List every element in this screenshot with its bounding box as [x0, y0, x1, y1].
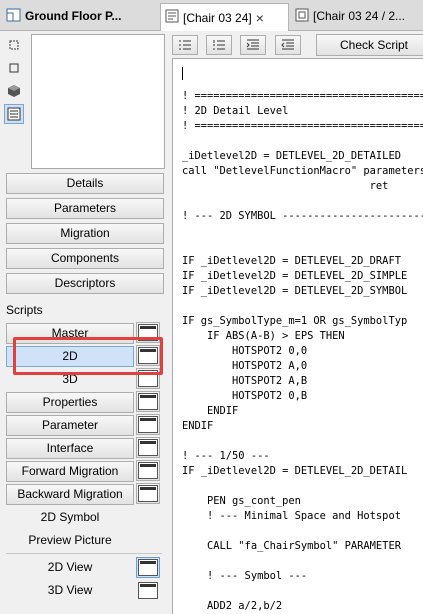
editor-toolbar: Check Script: [170, 31, 423, 59]
tab-label: Ground Floor P...: [25, 9, 122, 23]
script-properties-button[interactable]: Properties: [6, 392, 134, 413]
floorplan-icon: [6, 8, 21, 25]
parameters-button[interactable]: Parameters: [6, 198, 164, 219]
tab-label: [Chair 03 24 / 2...: [313, 9, 406, 23]
selection-highlight: [13, 337, 163, 375]
window-icon: [138, 582, 158, 599]
3d-view-icon[interactable]: [4, 81, 24, 101]
tab-chair-view[interactable]: [Chair 03 24 / 2...: [291, 3, 423, 29]
preview-canvas: [31, 34, 165, 169]
left-panel: Details Parameters Migration Components …: [0, 31, 170, 613]
section-view-icon[interactable]: [4, 58, 24, 78]
tab-label: [Chair 03 24]: [183, 10, 252, 25]
divider: [6, 553, 162, 554]
preview-picture-item[interactable]: Preview Picture: [6, 531, 134, 550]
window-icon: [138, 393, 158, 410]
open-window-button[interactable]: [136, 483, 160, 504]
2d-view-item[interactable]: 2D View: [6, 558, 134, 577]
view-mode-toolbar: [4, 35, 26, 127]
window-icon: [138, 462, 158, 479]
close-icon[interactable]: ×: [256, 10, 264, 26]
indent-icon: [246, 39, 259, 50]
outdent-icon: [281, 39, 294, 50]
open-window-button[interactable]: [136, 414, 160, 435]
script-forward-migration-button[interactable]: Forward Migration: [6, 461, 134, 482]
script-backward-migration-button[interactable]: Backward Migration: [6, 484, 134, 505]
window-icon: [138, 559, 158, 576]
window-icon: [138, 416, 158, 433]
tab-chair-script[interactable]: [Chair 03 24] ×: [160, 3, 289, 31]
check-script-button[interactable]: Check Script: [316, 34, 423, 56]
code-editor[interactable]: ! ======================================…: [172, 58, 423, 614]
window-icon: [138, 485, 158, 502]
open-2d-view-button[interactable]: [136, 557, 160, 578]
list-icon: [179, 40, 191, 50]
scripts-heading: Scripts: [6, 303, 43, 317]
bullet-list-button[interactable]: [172, 35, 198, 55]
components-button[interactable]: Components: [6, 248, 164, 269]
floor-plan-view-icon[interactable]: [4, 35, 24, 55]
window-icon: [138, 439, 158, 456]
numbered-list-button[interactable]: [206, 35, 232, 55]
indent-button[interactable]: [240, 35, 266, 55]
script-parameter-button[interactable]: Parameter: [6, 415, 134, 436]
details-button[interactable]: Details: [6, 173, 164, 194]
descriptors-button[interactable]: Descriptors: [6, 273, 164, 294]
2d-symbol-item[interactable]: 2D Symbol: [6, 508, 134, 527]
3d-view-item[interactable]: 3D View: [6, 581, 134, 600]
open-window-button[interactable]: [136, 391, 160, 412]
script-interface-button[interactable]: Interface: [6, 438, 134, 459]
script-code: ! ======================================…: [182, 90, 423, 612]
migration-button[interactable]: Migration: [6, 223, 164, 244]
tab-ground-floor[interactable]: Ground Floor P...: [2, 3, 152, 29]
open-window-button[interactable]: [136, 437, 160, 458]
numbered-list-icon: [213, 40, 225, 50]
object-view-icon: [295, 8, 309, 25]
script-editor-icon[interactable]: [4, 104, 24, 124]
open-3d-view-button[interactable]: [136, 580, 160, 601]
open-window-button[interactable]: [136, 460, 160, 481]
tab-bar: Ground Floor P... [Chair 03 24] × [Chair…: [0, 0, 423, 31]
object-script-icon: [165, 9, 179, 26]
outdent-button[interactable]: [275, 35, 301, 55]
